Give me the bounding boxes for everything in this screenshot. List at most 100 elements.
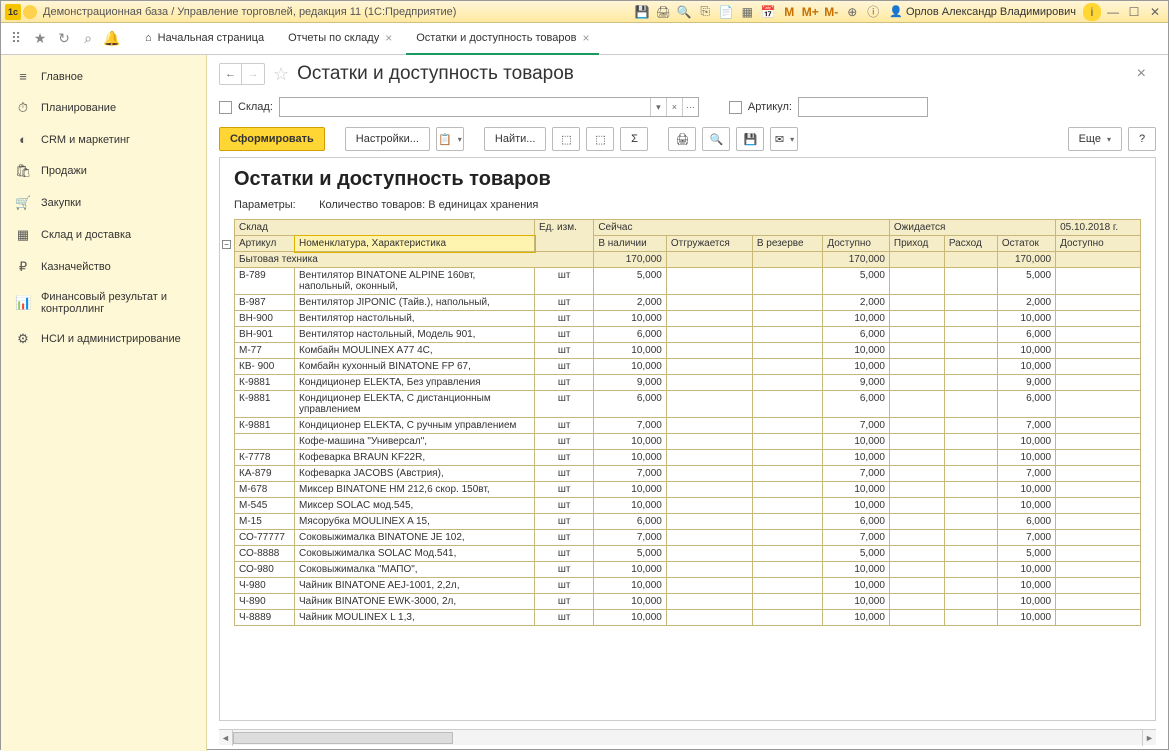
warehouse-input[interactable] xyxy=(280,98,650,116)
warehouse-checkbox[interactable] xyxy=(219,101,232,114)
bell-icon[interactable]: 🔔 xyxy=(103,30,121,48)
table-row[interactable]: М-15Мясорубка MOULINEX A 15,шт6,0006,000… xyxy=(235,514,1141,530)
tab-stock-availability[interactable]: Остатки и доступность товаров × xyxy=(406,23,599,55)
titlebar-tools: 💾 🖨 🔍 ⎘ 📄 ▦ 📅 M M+ M- ⊕ ⓘ 👤Орлов Алексан… xyxy=(633,3,1164,21)
preview-icon[interactable]: 🔍 xyxy=(675,3,693,21)
app-menu-drop[interactable] xyxy=(23,5,37,19)
expand-button[interactable]: ⬚ xyxy=(552,127,580,151)
tab-home[interactable]: ⌂ Начальная страница xyxy=(135,23,274,55)
close-tab-icon[interactable]: × xyxy=(385,31,392,45)
table-row[interactable]: Ч-8889Чайник MOULINEX L 1,3,шт10,00010,0… xyxy=(235,610,1141,626)
more-button[interactable]: Еще▾ xyxy=(1068,127,1122,151)
table-row[interactable]: Ч-980Чайник BINATONE AEJ-1001, 2,2л,шт10… xyxy=(235,578,1141,594)
find-button[interactable]: Найти... xyxy=(484,127,547,151)
sidebar-label: НСИ и администрирование xyxy=(41,333,181,345)
table-row[interactable]: К-9881Кондиционер ELEKTA, С ручным управ… xyxy=(235,418,1141,434)
close-page-icon[interactable]: × xyxy=(1137,65,1156,83)
sidebar-icon: ◐ xyxy=(15,132,31,147)
mail-button[interactable]: ✉▾ xyxy=(770,127,798,151)
preview-button[interactable]: 🔍 xyxy=(702,127,730,151)
table-row[interactable]: КА-879Кофеварка JACOBS (Австрия),шт7,000… xyxy=(235,466,1141,482)
save-report-button[interactable]: 💾 xyxy=(736,127,764,151)
compare-icon[interactable]: ⎘ xyxy=(696,3,714,21)
star-icon[interactable]: ★ xyxy=(31,30,49,48)
table-row[interactable]: К-7778Кофеварка BRAUN KF22R,шт10,00010,0… xyxy=(235,450,1141,466)
sidebar-item[interactable]: ₽Казначейство xyxy=(1,251,206,283)
combo-open-icon[interactable]: ⋯ xyxy=(682,98,698,116)
favorite-star-icon[interactable]: ☆ xyxy=(273,64,289,85)
report-title: Остатки и доступность товаров xyxy=(234,168,1141,191)
collapse-button[interactable]: ⬚ xyxy=(586,127,614,151)
horizontal-scrollbar[interactable]: ◄ ► xyxy=(219,729,1156,745)
sum-button[interactable]: Σ xyxy=(620,127,648,151)
nav-forward-icon[interactable]: → xyxy=(242,64,264,84)
help-button[interactable]: ? xyxy=(1128,127,1156,151)
scroll-left-icon[interactable]: ◄ xyxy=(219,730,233,746)
minimize-icon[interactable]: — xyxy=(1104,3,1122,21)
print-icon[interactable]: 🖨 xyxy=(654,3,672,21)
combo-drop-icon[interactable]: ▾ xyxy=(650,98,666,116)
close-tab-icon[interactable]: × xyxy=(582,31,589,45)
sidebar-item[interactable]: 📊Финансовый результат и контроллинг xyxy=(1,283,206,323)
doc-icon[interactable]: 📄 xyxy=(717,3,735,21)
article-input[interactable] xyxy=(798,97,928,117)
report-table[interactable]: СкладЕд. изм.СейчасОжидается05.10.2018 г… xyxy=(234,219,1141,626)
table-group-row[interactable]: Бытовая техника170,000170,000170,000 xyxy=(235,252,1141,268)
sidebar-icon: ₽ xyxy=(15,259,31,275)
m-minus-icon[interactable]: M- xyxy=(822,3,840,21)
sidebar-icon: ⏱ xyxy=(15,100,31,116)
calc-icon[interactable]: ▦ xyxy=(738,3,756,21)
report-area: − Остатки и доступность товаров Параметр… xyxy=(219,157,1156,721)
table-row[interactable]: Кофе-машина "Универсал",шт10,00010,00010… xyxy=(235,434,1141,450)
sidebar-item[interactable]: ◐CRM и маркетинг xyxy=(1,124,206,155)
table-row[interactable]: М-77Комбайн MOULINEX A77 4C,шт10,00010,0… xyxy=(235,343,1141,359)
sidebar-item[interactable]: 🛒Закупки xyxy=(1,187,206,219)
table-row[interactable]: КВ- 900Комбайн кухонный BINATONE FP 67,ш… xyxy=(235,359,1141,375)
table-row[interactable]: М-545Миксер SOLAC мод.545,шт10,00010,000… xyxy=(235,498,1141,514)
table-row[interactable]: ВН-901Вентилятор настольный, Модель 901,… xyxy=(235,327,1141,343)
sidebar-item[interactable]: ⚙НСИ и администрирование xyxy=(1,323,206,355)
apps-icon[interactable]: ⠿ xyxy=(7,30,25,48)
m-icon[interactable]: M xyxy=(780,3,798,21)
maximize-icon[interactable]: ☐ xyxy=(1125,3,1143,21)
table-row[interactable]: В-789Вентилятор BINATONE ALPINE 160вт, н… xyxy=(235,268,1141,295)
variants-button[interactable]: 📋▾ xyxy=(436,127,464,151)
nav-back-icon[interactable]: ← xyxy=(220,64,242,84)
user-badge[interactable]: 👤Орлов Александр Владимирович xyxy=(885,5,1080,18)
calendar-icon[interactable]: 📅 xyxy=(759,3,777,21)
form-button[interactable]: Сформировать xyxy=(219,127,325,151)
scroll-right-icon[interactable]: ► xyxy=(1142,730,1156,746)
help-icon[interactable]: i xyxy=(1083,3,1101,21)
warehouse-combo[interactable]: ▾ × ⋯ xyxy=(279,97,699,117)
save-icon[interactable]: 💾 xyxy=(633,3,651,21)
table-row[interactable]: В-987Вентилятор JIPONIC (Тайв.), напольн… xyxy=(235,295,1141,311)
history-icon[interactable]: ↻ xyxy=(55,30,73,48)
combo-clear-icon[interactable]: × xyxy=(666,98,682,116)
table-row[interactable]: СО-77777Соковыжималка BINATONE JE 102,шт… xyxy=(235,530,1141,546)
close-window-icon[interactable]: ✕ xyxy=(1146,3,1164,21)
sidebar-label: Планирование xyxy=(41,102,116,114)
sidebar-item[interactable]: ≡Главное xyxy=(1,61,206,92)
sidebar-item[interactable]: ⏱ Планирование xyxy=(1,92,206,124)
scroll-thumb[interactable] xyxy=(233,732,453,744)
table-row[interactable]: К-9881Кондиционер ELEKTA, С дистанционны… xyxy=(235,391,1141,418)
tab-warehouse-reports[interactable]: Отчеты по складу × xyxy=(278,23,402,55)
table-row[interactable]: М-678Миксер BINATONE HM 212,6 скор. 150в… xyxy=(235,482,1141,498)
tree-collapse-icon[interactable]: − xyxy=(222,240,231,249)
table-row[interactable]: Ч-890Чайник BINATONE EWK-3000, 2л,шт10,0… xyxy=(235,594,1141,610)
table-row[interactable]: СО-8888Соковыжималка SOLAC Мод.541,шт5,0… xyxy=(235,546,1141,562)
settings-button[interactable]: Настройки... xyxy=(345,127,430,151)
article-label: Артикул: xyxy=(748,101,792,113)
sidebar-item[interactable]: 🛍Продажи xyxy=(1,155,206,187)
sidebar-item[interactable]: ▦Склад и доставка xyxy=(1,219,206,251)
table-row[interactable]: СО-980Соковыжималка "МАПО",шт10,00010,00… xyxy=(235,562,1141,578)
report-params: Параметры: Количество товаров: В единица… xyxy=(234,199,1141,211)
print-button[interactable]: 🖨 xyxy=(668,127,696,151)
table-row[interactable]: ВН-900Вентилятор настольный,шт10,00010,0… xyxy=(235,311,1141,327)
article-checkbox[interactable] xyxy=(729,101,742,114)
m-plus-icon[interactable]: M+ xyxy=(801,3,819,21)
search-icon[interactable]: ⌕ xyxy=(79,30,97,48)
table-row[interactable]: К-9881Кондиционер ELEKTA, Без управления… xyxy=(235,375,1141,391)
info-icon[interactable]: ⓘ xyxy=(864,3,882,21)
zoom-in-icon[interactable]: ⊕ xyxy=(843,3,861,21)
